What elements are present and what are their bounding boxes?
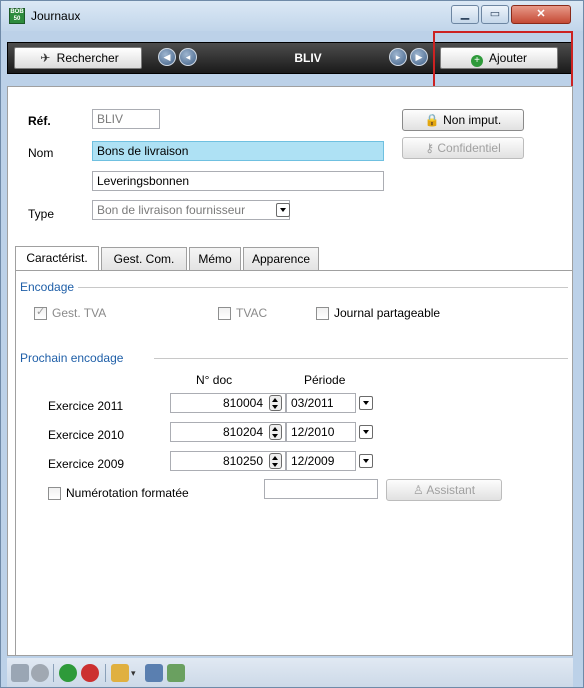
- next-record-icon[interactable]: ▸: [389, 48, 407, 66]
- col-header-doc: N° doc: [196, 373, 233, 387]
- non-imput-label: Non imput.: [443, 113, 502, 127]
- tab-caracterist[interactable]: Caractérist.: [15, 246, 99, 272]
- search-button[interactable]: ✈ Rechercher: [14, 47, 142, 69]
- name-field-nl[interactable]: Leveringsbonnen: [92, 171, 384, 191]
- encodage-section-title: Encodage: [20, 280, 75, 294]
- separator: [53, 664, 54, 682]
- maximize-button[interactable]: ▭: [481, 5, 509, 24]
- tvac-checkbox[interactable]: [218, 307, 231, 320]
- periode-select[interactable]: 12/2009: [286, 451, 356, 471]
- title-bar[interactable]: BOB 50 Journaux ▁ ▭ ✕: [1, 1, 583, 31]
- spin-stepper-icon[interactable]: [269, 395, 282, 411]
- bottom-toolbar: ▾: [7, 658, 573, 687]
- app-icon: BOB 50: [9, 8, 25, 24]
- caracterist-tab-panel: Encodage Gest. TVA TVAC Journal partagea…: [15, 270, 573, 656]
- periode-select[interactable]: 12/2010: [286, 422, 356, 442]
- chevron-down-icon[interactable]: [276, 203, 290, 217]
- window-title: Journaux: [31, 9, 81, 23]
- minimize-button[interactable]: ▁: [451, 5, 479, 24]
- wizard-icon: ♙: [412, 483, 424, 497]
- spin-stepper-icon[interactable]: [269, 424, 282, 440]
- periode-select[interactable]: 03/2011: [286, 393, 356, 413]
- gest-tva-label: Gest. TVA: [52, 306, 107, 320]
- prochain-section-title: Prochain encodage: [20, 351, 124, 365]
- add-record-icon[interactable]: [59, 664, 77, 682]
- chevron-down-icon[interactable]: [359, 396, 373, 410]
- gest-tva-checkbox[interactable]: [34, 305, 47, 320]
- tab-memo[interactable]: Mémo: [189, 247, 241, 271]
- save-icon[interactable]: [11, 664, 29, 682]
- report-icon[interactable]: [111, 664, 129, 682]
- undo-icon[interactable]: [31, 664, 49, 682]
- spin-stepper-icon[interactable]: [269, 453, 282, 469]
- confidentiel-button[interactable]: ⚷ Confidentiel: [402, 137, 524, 159]
- numerotation-field[interactable]: [264, 479, 378, 499]
- numerotation-label: Numérotation formatée: [66, 486, 189, 500]
- tab-apparence[interactable]: Apparence: [243, 247, 319, 271]
- last-record-icon[interactable]: ▶: [410, 48, 428, 66]
- non-imput-button[interactable]: 🔒 Non imput.: [402, 109, 524, 131]
- section-divider: [154, 358, 568, 359]
- confidentiel-label: Confidentiel: [437, 141, 501, 155]
- chevron-down-icon[interactable]: ▾: [131, 664, 141, 682]
- binoculars-icon: ✈: [40, 51, 51, 65]
- chevron-down-icon[interactable]: [359, 425, 373, 439]
- numerotation-checkbox[interactable]: [48, 487, 61, 500]
- ref-label: Réf.: [28, 114, 51, 128]
- delete-record-icon[interactable]: [81, 664, 99, 682]
- ref-field[interactable]: BLIV: [92, 109, 160, 129]
- first-record-icon[interactable]: ◀: [158, 48, 176, 66]
- eraser-icon[interactable]: [167, 664, 185, 682]
- tab-gest-com[interactable]: Gest. Com.: [101, 247, 187, 271]
- name-label: Nom: [28, 146, 54, 160]
- separator: [105, 664, 106, 682]
- assistant-label: Assistant: [426, 483, 476, 497]
- col-header-periode: Période: [304, 373, 346, 387]
- lock-icon: 🔒: [424, 113, 440, 127]
- current-journal-code: BLIV: [294, 51, 322, 65]
- journal-partageable-label: Journal partageable: [334, 306, 441, 320]
- tvac-label: TVAC: [236, 306, 268, 320]
- key-icon: ⚷: [425, 141, 435, 155]
- exercice-label: Exercice 2010: [48, 428, 125, 442]
- assistant-button[interactable]: ♙ Assistant: [386, 479, 502, 501]
- journaux-window: BOB 50 Journaux ▁ ▭ ✕ ✈ Rechercher ◀ ◂ BL…: [0, 0, 584, 688]
- chevron-down-icon[interactable]: [359, 454, 373, 468]
- section-divider: [78, 287, 568, 288]
- name-field-fr[interactable]: Bons de livraison: [92, 141, 384, 161]
- exercice-label: Exercice 2009: [48, 457, 125, 471]
- type-select[interactable]: Bon de livraison fournisseur: [92, 200, 290, 220]
- calendar-icon[interactable]: [145, 664, 163, 682]
- journal-partageable-checkbox[interactable]: [316, 307, 329, 320]
- search-button-label: Rechercher: [56, 51, 119, 65]
- type-label: Type: [28, 207, 55, 221]
- close-button[interactable]: ✕: [511, 5, 571, 24]
- exercice-label: Exercice 2011: [48, 399, 124, 413]
- previous-record-icon[interactable]: ◂: [179, 48, 197, 66]
